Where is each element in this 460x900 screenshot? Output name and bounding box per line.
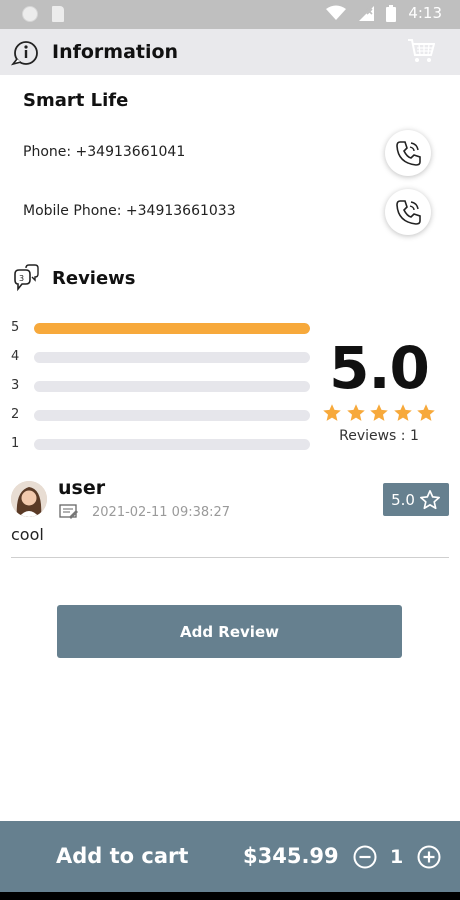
- rating-bar-row: 1: [0, 436, 320, 454]
- review-rating-badge: 5.0: [383, 483, 449, 516]
- rating-bar-track: [34, 439, 310, 450]
- reviews-count: Reviews : 1: [339, 428, 419, 444]
- minus-circle-icon[interactable]: [353, 845, 377, 869]
- star-filled-icon: [346, 404, 365, 421]
- star-filled-icon: [393, 404, 412, 421]
- reviews-title: Reviews: [52, 268, 136, 289]
- rating-bar-row: 5: [0, 320, 320, 338]
- divider: [11, 557, 449, 558]
- rating-bar-label: 4: [11, 349, 20, 364]
- phone-icon: [396, 141, 421, 166]
- rating-bar-label: 5: [11, 320, 20, 335]
- rating-bar-row: 4: [0, 349, 320, 367]
- review-date: 2021-02-11 09:38:27: [92, 505, 231, 520]
- review-rating-value: 5.0: [391, 490, 415, 509]
- star-filled-icon: [417, 404, 435, 421]
- call-mobile-button[interactable]: [385, 189, 431, 235]
- average-rating: 5.0: [329, 334, 430, 402]
- status-bar: 4:13: [0, 0, 460, 29]
- reviews-header: 3 Reviews: [0, 264, 460, 294]
- price: $345.99: [243, 844, 339, 868]
- sd-card-icon: [52, 6, 64, 22]
- company-name: Smart Life: [23, 90, 129, 111]
- rating-bar-track: [34, 323, 310, 334]
- average-stars: [322, 403, 436, 423]
- rating-bar-label: 3: [11, 378, 20, 393]
- review-user: user: [58, 477, 106, 499]
- add-review-button[interactable]: Add Review: [57, 605, 402, 658]
- signal-icon: [359, 6, 375, 21]
- rating-bar-label: 2: [11, 407, 20, 422]
- star-filled-icon: [323, 404, 341, 421]
- wifi-icon: [326, 5, 347, 20]
- battery-icon: [386, 4, 397, 22]
- review-comment: cool: [11, 525, 44, 544]
- rating-bar-row: 2: [0, 407, 320, 425]
- rating-bar-track: [34, 410, 310, 421]
- info-chat-icon: [11, 41, 38, 66]
- phone-label: Phone: +34913661041: [23, 144, 186, 160]
- rating-bar-label: 1: [11, 436, 20, 451]
- phone-row: Phone: +34913661041: [0, 130, 460, 178]
- add-to-cart-button[interactable]: Add to cart: [56, 844, 188, 868]
- star-outline-icon: [419, 489, 440, 509]
- status-time: 4:13: [408, 4, 442, 22]
- rating-bar-row: 3: [0, 378, 320, 396]
- star-filled-icon: [370, 404, 388, 421]
- plus-circle-icon[interactable]: [417, 845, 441, 869]
- mobile-phone-row: Mobile Phone: +34913661033: [0, 189, 460, 237]
- review-note-icon: [59, 504, 78, 519]
- svg-text:3: 3: [19, 274, 24, 283]
- call-phone-button[interactable]: [385, 130, 431, 176]
- notification-dot-icon: [22, 6, 38, 22]
- rating-bar-track: [34, 381, 310, 392]
- reviews-icon: 3: [14, 264, 39, 292]
- rating-bar-track: [34, 352, 310, 363]
- phone-icon: [396, 200, 421, 225]
- cart-icon[interactable]: [407, 38, 435, 64]
- app-header: Information: [0, 29, 460, 75]
- review-item: user 2021-02-11 09:38:27 cool 5.0: [0, 475, 460, 559]
- cart-bar: Add to cart $345.99 1: [0, 821, 460, 892]
- rating-bar-fill: [34, 323, 310, 334]
- avatar: [11, 481, 47, 517]
- mobile-phone-label: Mobile Phone: +34913661033: [23, 203, 236, 219]
- quantity: 1: [390, 846, 404, 868]
- system-nav-strip: [0, 892, 460, 900]
- page-title: Information: [52, 41, 179, 63]
